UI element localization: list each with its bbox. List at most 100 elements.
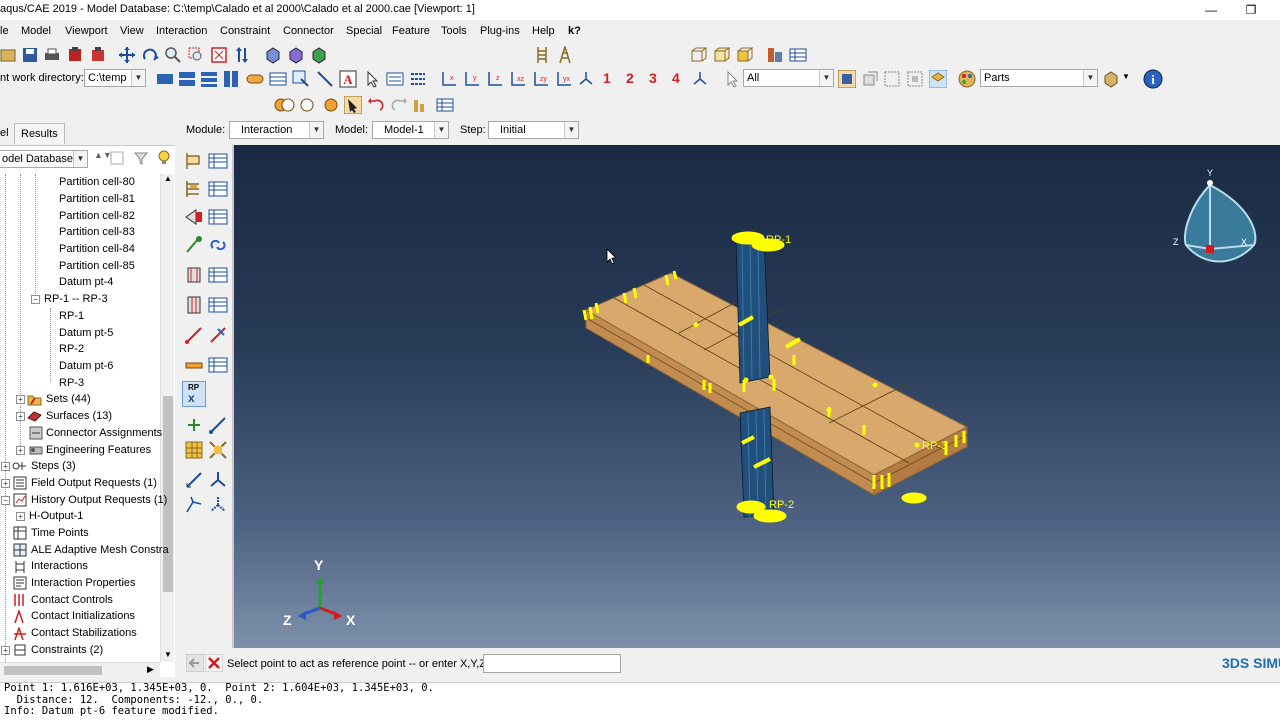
cycle-views-icon[interactable] (233, 46, 251, 64)
menu-help[interactable]: Help (532, 25, 555, 37)
select-box-icon[interactable] (883, 70, 901, 88)
collapse-icon[interactable]: − (31, 295, 40, 304)
tree-horizontal-scrollbar[interactable]: ▶ (0, 662, 160, 677)
select-polygon-icon[interactable] (861, 70, 879, 88)
datum-triad-icon[interactable] (208, 470, 228, 490)
tree-item-surfaces[interactable]: Surfaces (13) (46, 408, 112, 424)
tree-item-rp-3[interactable]: RP-3 (59, 375, 84, 391)
create-connector-icon[interactable] (184, 235, 204, 255)
csys-yx-icon[interactable]: yx (555, 70, 573, 88)
csys-axes-icon[interactable] (577, 70, 595, 88)
model-select[interactable]: Model-1 ▼ (372, 121, 449, 139)
work-dir-select[interactable]: C:\temp ▼ (84, 69, 146, 87)
select-drag-icon[interactable] (929, 70, 947, 88)
interaction-manager-icon[interactable] (208, 151, 228, 171)
expand-icon[interactable]: + (16, 412, 25, 421)
tree-item-contact-controls[interactable]: Contact Controls (31, 592, 113, 608)
select-pointer-icon[interactable] (364, 70, 382, 88)
int-property-manager-icon[interactable] (208, 179, 228, 199)
display-group-icon[interactable] (1102, 70, 1120, 88)
tree-tab-results[interactable]: Results (14, 123, 65, 144)
menu-file[interactable]: le (0, 25, 9, 37)
tree-item-sets[interactable]: Sets (44) (46, 391, 91, 407)
datum-csys-icon[interactable] (208, 440, 228, 460)
back-arrow-icon[interactable] (186, 654, 204, 672)
menu-constraint[interactable]: Constraint (220, 25, 270, 37)
redo-icon[interactable] (390, 96, 408, 114)
tree-item-partition-cell-84[interactable]: Partition cell-84 (59, 241, 135, 257)
module-select[interactable]: Interaction ▼ (229, 121, 324, 139)
pan-icon[interactable] (118, 46, 136, 64)
create-connector-section-icon[interactable] (184, 265, 204, 285)
menu-tools[interactable]: Tools (441, 25, 467, 37)
select-arrow-icon[interactable] (724, 70, 742, 88)
table-icon[interactable] (436, 96, 454, 114)
rotate-icon[interactable] (141, 46, 159, 64)
tree-item-field-output-requests[interactable]: Field Output Requests (1) (31, 475, 157, 491)
zoom-icon[interactable] (164, 46, 182, 64)
menu-connector[interactable]: Connector (283, 25, 334, 37)
save-icon[interactable] (21, 46, 39, 64)
tree-tab-model[interactable]: el (0, 127, 9, 139)
query-table-icon[interactable] (269, 70, 287, 88)
tree-item-datum-pt-6[interactable]: Datum pt-6 (59, 358, 113, 374)
csys-3[interactable]: 3 (649, 70, 657, 86)
csys-zx-icon[interactable]: z (486, 70, 504, 88)
tree-item-ale-adaptive-mesh[interactable]: ALE Adaptive Mesh Constra (31, 542, 169, 558)
auto-fit-icon[interactable] (210, 46, 228, 64)
connector-section-manager-icon[interactable] (208, 265, 228, 285)
viewport-canvas[interactable]: RP-1 RP-2 RP-3 Y Z X Y Z X (234, 145, 1280, 648)
connector-manager-icon[interactable] (208, 235, 228, 255)
list-detail-icon[interactable] (409, 70, 427, 88)
render-wire-icon[interactable] (264, 46, 282, 64)
create-constraint-icon[interactable] (184, 207, 204, 227)
create-fastener-icon[interactable] (184, 295, 204, 315)
cancel-procedure-icon[interactable] (205, 654, 223, 672)
tree-item-interaction-properties[interactable]: Interaction Properties (31, 575, 136, 591)
csys-xz-icon[interactable]: xz (509, 70, 527, 88)
menu-plugins[interactable]: Plug-ins (480, 25, 520, 37)
fastener-manager-icon[interactable] (208, 295, 228, 315)
ladder-icon[interactable] (533, 46, 551, 64)
csys-yz-icon[interactable]: y (463, 70, 481, 88)
minimize-button[interactable]: — (1191, 0, 1231, 20)
mesh-blue4-icon[interactable] (222, 70, 240, 88)
constraint-manager-icon[interactable] (208, 207, 228, 227)
inertia-manager-icon[interactable] (208, 355, 228, 375)
tree-item-time-points[interactable]: Time Points (31, 525, 89, 541)
context-help-icon[interactable]: k? (568, 25, 581, 37)
view-top-icon[interactable] (735, 46, 753, 64)
table-manager-icon[interactable] (789, 46, 807, 64)
csys-triad-icon[interactable] (691, 70, 709, 88)
selection-filter-select[interactable]: All ▼ (743, 69, 834, 87)
menu-view[interactable]: View (120, 25, 144, 37)
color-palette-icon[interactable] (958, 70, 976, 88)
tree-vertical-scrollbar[interactable]: ▲ ▼ (160, 174, 174, 662)
parts-filter-select[interactable]: Parts ▼ (980, 69, 1098, 87)
csys-zy-icon[interactable]: zy (532, 70, 550, 88)
tree-item-contact-stabilizations[interactable]: Contact Stabilizations (31, 625, 137, 641)
csys-1[interactable]: 1 (603, 70, 611, 86)
tree-item-constraints[interactable]: Constraints (2) (31, 642, 103, 658)
expand-icon[interactable]: + (1, 479, 10, 488)
mesh-blue3-icon[interactable] (200, 70, 218, 88)
render-shaded-icon[interactable] (310, 46, 328, 64)
open-icon[interactable] (0, 46, 18, 64)
expand-icon[interactable]: + (1, 462, 10, 471)
view-iso-icon[interactable] (712, 46, 730, 64)
menu-model[interactable]: Model (21, 25, 51, 37)
expand-icon[interactable]: + (1, 646, 10, 655)
plugin-red2-icon[interactable] (89, 46, 107, 64)
create-interaction-icon[interactable] (184, 151, 204, 171)
tree-item-rp-2[interactable]: RP-2 (59, 341, 84, 357)
csys-2[interactable]: 2 (626, 70, 634, 86)
line-tool-icon[interactable] (316, 70, 334, 88)
create-int-property-icon[interactable] (184, 179, 204, 199)
view-cube[interactable]: Y Z X (1173, 168, 1257, 263)
scroll-down-icon[interactable]: ▼ (164, 650, 172, 659)
filter-tree-icon[interactable] (134, 151, 148, 165)
tree-item-partition-cell-83[interactable]: Partition cell-83 (59, 224, 135, 240)
expand-icon[interactable]: + (16, 512, 25, 521)
tree-item-rp-group[interactable]: RP-1 -- RP-3 (44, 291, 108, 307)
datum-axis-icon[interactable] (208, 415, 228, 435)
